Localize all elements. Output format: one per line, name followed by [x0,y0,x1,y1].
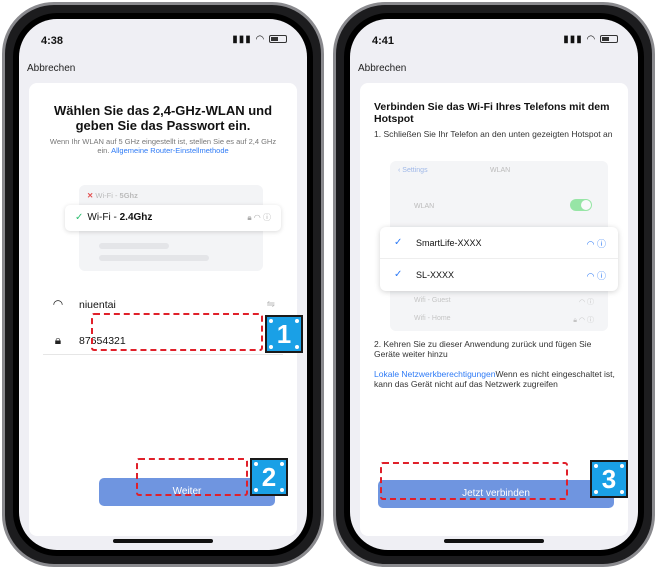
wifi-24ghz-row: ✓ Wi-Fi - 2.4Ghz 🔒︎ ◠ ⓘ [65,205,281,231]
lock-icon: 🔒︎ [54,333,62,347]
ssid-value: niuentai [79,299,116,311]
step-badge-3: 3 [590,460,628,498]
cross-icon: ✕ [87,191,94,200]
step-badge-1: 1 [265,315,303,353]
home-indicator [113,539,213,543]
step-badge-number: 3 [601,464,617,494]
wifi-home-label: Wifi - Home [414,315,451,322]
page-title: Verbinden Sie das Wi-Fi Ihres Telefons m… [374,101,610,125]
status-icons: ▮▮▮ ◠ [563,34,618,45]
wifi-guest-icons: ◠ ⓘ [578,299,594,306]
battery-icon [600,35,618,44]
wifi-24ghz-band: 2.4Ghz [119,212,153,223]
wifi-guest-label: Wifi - Guest [414,297,451,304]
wlan-toggle [570,199,592,211]
settings-title: WLAN [490,167,511,174]
status-icons: ▮▮▮ ◠ [232,34,287,45]
highlight-password [91,313,263,351]
hotspot-item: ✓ SL-XXXX ◠ ⓘ [380,259,618,291]
wifi-band-description: Wenn Ihr WLAN auf 5 GHz eingestellt ist,… [43,137,283,155]
step-1-text: 1. Schließen Sie Ihr Telefon an den unte… [374,129,613,139]
step-badge-2: 2 [250,458,288,496]
wifi-info-icon: ◠ ⓘ [586,239,606,249]
placeholder-bar [99,255,209,261]
wifi-info-icon: ◠ ⓘ [586,271,606,281]
step-badge-number: 1 [276,319,292,349]
wifi-status-icon: ◠ [255,34,266,45]
hotspot-name: SmartLife-XXXX [416,238,482,248]
status-time: 4:38 [41,35,64,47]
battery-icon [269,35,287,44]
status-bar: 4:41 ▮▮▮ ◠ [350,19,638,59]
home-indicator [444,539,544,543]
settings-back-label: Settings [402,167,428,174]
wifi-icon: ◠ [52,297,64,311]
wifi-home-icons: 🔒︎ ◠ ⓘ [573,317,594,324]
signal-icon: ▮▮▮ [563,34,583,45]
step-2-text: 2. Kehren Sie zu dieser Anwendung zurück… [374,339,592,359]
router-settings-link[interactable]: Allgemeine Router-Einstellmethode [111,146,229,155]
settings-back-link: ‹ Settings [398,167,428,174]
status-bar: 4:38 ▮▮▮ ◠ [19,19,307,59]
check-icon: ✓ [394,237,403,248]
step-badge-number: 2 [261,462,277,492]
wlan-label: WLAN [414,203,435,210]
check-icon: ✓ [75,212,84,223]
page-title: Wählen Sie das 2,4-GHz-WLAN und geben Si… [53,103,273,133]
hotspot-name: SL-XXXX [416,270,455,280]
highlight-next-button [136,458,248,496]
status-time: 4:41 [372,35,395,47]
placeholder-bar [99,243,169,249]
check-icon: ✓ [394,269,403,280]
network-permission-link[interactable]: Lokale Netzwerkberechtigungen [374,369,495,379]
cancel-link[interactable]: Abbrechen [27,63,75,74]
switch-network-icon[interactable]: ⇋ [267,299,275,310]
wifi-status-icon: ◠ [586,34,597,45]
hotspot-item: ✓ SmartLife-XXXX ◠ ⓘ [380,227,618,259]
wifi-24ghz-label: Wi-Fi - [87,212,120,223]
lock-wifi-info-icons: 🔒︎ ◠ ⓘ [247,213,271,222]
permission-note: Lokale NetzwerkberechtigungenWenn es nic… [374,369,616,389]
wifi-5ghz-label: Wi-Fi - [95,191,120,200]
wifi-5ghz-row: ✕ Wi-Fi - 5Ghz [87,191,255,205]
signal-icon: ▮▮▮ [232,34,252,45]
hotspot-list: ✓ SmartLife-XXXX ◠ ⓘ ✓ SL-XXXX ◠ ⓘ [380,227,618,291]
cancel-link[interactable]: Abbrechen [358,63,406,74]
wifi-5ghz-band: 5Ghz [119,191,138,200]
highlight-connect-button [380,462,568,500]
